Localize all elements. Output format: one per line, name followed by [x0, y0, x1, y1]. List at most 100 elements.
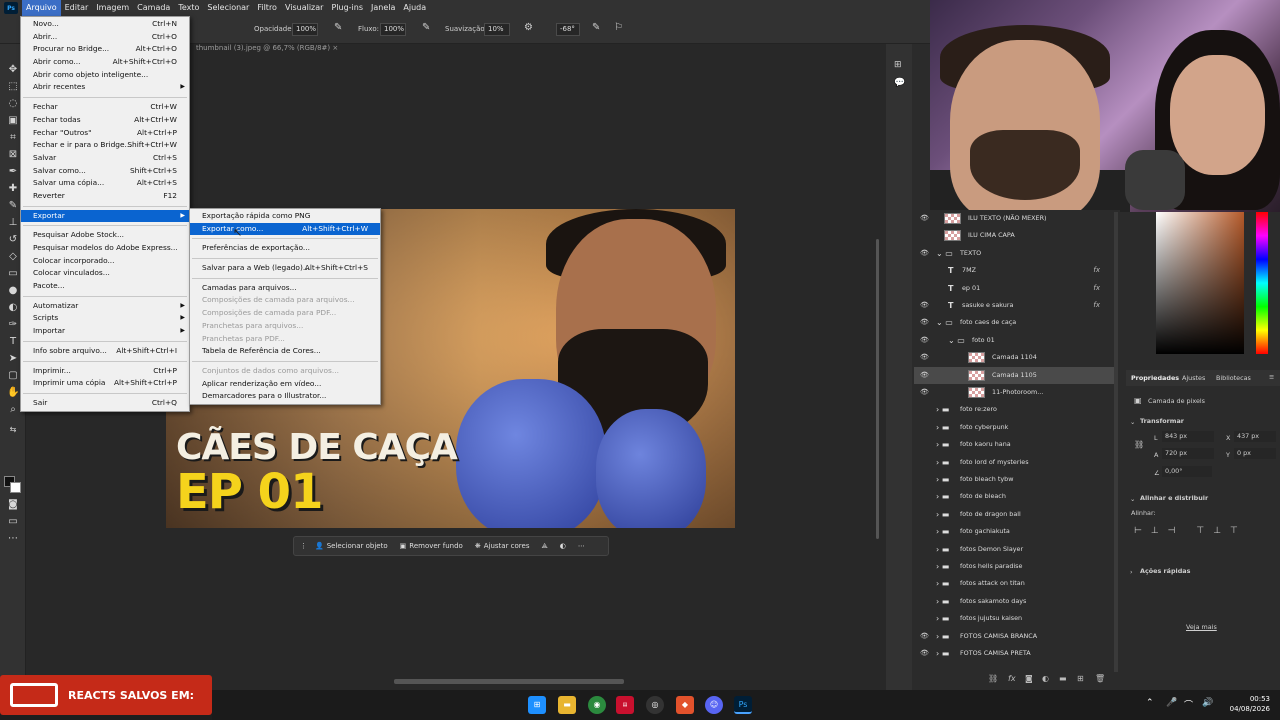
folder-icon[interactable]: › ▬: [936, 488, 949, 505]
chrome-icon[interactable]: ◉: [588, 696, 606, 714]
pressure-opacity-icon[interactable]: ✎: [334, 22, 342, 33]
visibility-eye-icon[interactable]: 👁: [920, 645, 929, 662]
menu-ajuda[interactable]: Ajuda: [399, 0, 430, 16]
chevron-down-icon-2[interactable]: ⌄: [1130, 495, 1135, 503]
file-menu-item[interactable]: Fechar "Outros" Alt+Ctrl+P: [21, 127, 189, 140]
layer-row[interactable]: › ▬ foto de bleach: [914, 488, 1114, 505]
tab-propriedades[interactable]: Propriedades: [1131, 374, 1179, 382]
file-menu-item[interactable]: Abrir... Ctrl+O: [21, 31, 189, 44]
blur-tool-icon[interactable]: ●: [7, 285, 19, 297]
microphone-icon[interactable]: 🎤: [1166, 698, 1177, 708]
visibility-eye-icon[interactable]: 👁: [920, 245, 929, 262]
menu-janela[interactable]: Janela: [367, 0, 399, 16]
layer-row[interactable]: 👁 ⌄ ▭ foto 01: [914, 332, 1114, 349]
airbrush-icon[interactable]: ✎: [422, 22, 430, 33]
close-tab-icon[interactable]: ×: [332, 44, 338, 52]
object-select-tool-icon[interactable]: ▣: [7, 115, 19, 127]
eyedropper-tool-icon[interactable]: ✒: [7, 166, 19, 178]
file-menu-item[interactable]: Abrir como objeto inteligente...: [21, 69, 189, 82]
visibility-eye-icon[interactable]: 👁: [920, 314, 929, 331]
layer-row[interactable]: ILU CIMA CAPA: [914, 227, 1114, 244]
history-panel-icon[interactable]: ⊞: [894, 60, 902, 70]
file-menu-item[interactable]: Pacote...: [21, 280, 189, 293]
file-menu-item[interactable]: Salvar como... Shift+Ctrl+S: [21, 165, 189, 178]
file-menu-item[interactable]: Reverter F12: [21, 190, 189, 203]
background-color-swatch[interactable]: [10, 482, 21, 493]
tab-ajustes[interactable]: Ajustes: [1182, 374, 1205, 382]
menu-texto[interactable]: Texto: [174, 0, 203, 16]
hand-tool-icon[interactable]: ✋: [7, 387, 19, 399]
export-menu-item[interactable]: Camadas para arquivos...: [190, 282, 380, 295]
dodge-tool-icon[interactable]: ◐: [7, 302, 19, 314]
flow-input[interactable]: 100%: [380, 23, 406, 36]
angle-input[interactable]: -68°: [556, 23, 580, 36]
export-menu-item[interactable]: Tabela de Referência de Cores...: [190, 345, 380, 358]
layer-row[interactable]: › ▬ foto gachiakuta: [914, 523, 1114, 540]
layer-row[interactable]: › ▬ fotos sakamoto days: [914, 593, 1114, 610]
pressure-size-icon[interactable]: ✎: [592, 22, 600, 33]
file-menu-item[interactable]: Fechar Ctrl+W: [21, 101, 189, 114]
volume-icon[interactable]: 🔊: [1202, 698, 1213, 708]
visibility-eye-icon[interactable]: 👁: [920, 297, 929, 314]
smoothing-input[interactable]: 10%: [484, 23, 510, 36]
layer-effects-icon[interactable]: fx: [1093, 297, 1100, 314]
export-menu-item[interactable]: Aplicar renderização em vídeo...: [190, 378, 380, 391]
angle-input[interactable]: 0,00°: [1162, 466, 1212, 477]
file-menu-item[interactable]: Imprimir... Ctrl+P: [21, 365, 189, 378]
windows-start-icon[interactable]: ⊞: [528, 696, 546, 714]
folder-icon[interactable]: › ▬: [936, 575, 949, 592]
horizontal-scrollbar-thumb[interactable]: [394, 679, 624, 684]
menu-camada[interactable]: Camada: [133, 0, 174, 16]
frame-tool-icon[interactable]: ⊠: [7, 149, 19, 161]
folder-icon[interactable]: › ▬: [936, 471, 949, 488]
file-menu-item[interactable]: Pesquisar Adobe Stock...: [21, 229, 189, 242]
layer-row[interactable]: › ▬ foto re:zero: [914, 401, 1114, 418]
folder-icon[interactable]: › ▬: [936, 523, 949, 540]
layer-row[interactable]: › ▬ foto lord of mysteries: [914, 454, 1114, 471]
folder-icon[interactable]: › ▬: [936, 506, 949, 523]
folder-icon[interactable]: › ▬: [936, 436, 949, 453]
healing-tool-icon[interactable]: ✚: [7, 183, 19, 195]
menu-editar[interactable]: Editar: [61, 0, 93, 16]
gear-icon[interactable]: ⚙: [524, 22, 533, 33]
news-app-icon[interactable]: ▤: [616, 696, 634, 714]
file-explorer-icon[interactable]: ▬: [558, 696, 576, 714]
layer-row[interactable]: 👁 ⌄ ▭ foto caes de caça: [914, 314, 1114, 331]
zoom-tool-icon[interactable]: ⌕: [7, 404, 19, 416]
discord-icon[interactable]: ☺: [705, 696, 723, 714]
layer-row[interactable]: 👁 ⌄ ▭ TEXTO: [914, 245, 1114, 262]
export-menu-item[interactable]: Demarcadores para o Illustrator...: [190, 390, 380, 403]
height-input[interactable]: 720 px: [1162, 448, 1214, 459]
folder-icon[interactable]: › ▬: [936, 628, 949, 645]
transform-icon[interactable]: ⟁: [537, 542, 551, 551]
symmetry-icon[interactable]: ⚐: [614, 22, 623, 33]
layer-row[interactable]: › ▬ fotos hells paradise: [914, 558, 1114, 575]
clock[interactable]: 00:53 04/08/2026: [1230, 694, 1270, 714]
file-menu-item[interactable]: Novo... Ctrl+N: [21, 18, 189, 31]
folder-open-icon[interactable]: ⌄ ▭: [936, 314, 953, 331]
visibility-eye-icon[interactable]: 👁: [920, 384, 929, 401]
obs-icon[interactable]: ◎: [646, 696, 664, 714]
more-options-icon[interactable]: ⋯: [574, 542, 589, 550]
photoshop-taskbar-icon[interactable]: Ps: [734, 696, 752, 714]
menu-imagem[interactable]: Imagem: [92, 0, 133, 16]
file-menu-item[interactable]: Info sobre arquivo... Alt+Shift+Ctrl+I: [21, 345, 189, 358]
gradient-tool-icon[interactable]: ▭: [7, 268, 19, 280]
eraser-tool-icon[interactable]: ◇: [7, 251, 19, 263]
layer-row[interactable]: 👁 Tsasuke e sakura fx: [914, 297, 1114, 314]
crop-tool-icon[interactable]: ⌗: [7, 132, 19, 144]
chevron-up-icon[interactable]: ⌃: [1146, 698, 1154, 708]
visibility-eye-icon[interactable]: 👁: [920, 628, 929, 645]
layer-effects-icon[interactable]: fx: [1093, 262, 1100, 279]
remove-background-button[interactable]: ▣ Remover fundo: [396, 542, 467, 550]
drag-handle-icon[interactable]: ⋮: [300, 542, 307, 550]
layer-row[interactable]: T 7MZ fx: [914, 262, 1114, 279]
layer-row[interactable]: › ▬ foto de dragon ball: [914, 506, 1114, 523]
file-menu-item[interactable]: Abrir como... Alt+Shift+Ctrl+O: [21, 56, 189, 69]
layer-row[interactable]: › ▬ fotos Demon Slayer: [914, 541, 1114, 558]
file-menu-item[interactable]: Fechar e ir para o Bridge... Shift+Ctrl+W: [21, 139, 189, 152]
file-menu-item[interactable]: Salvar Ctrl+S: [21, 152, 189, 165]
folder-icon[interactable]: › ▬: [936, 541, 949, 558]
visibility-eye-icon[interactable]: 👁: [920, 210, 929, 227]
chevron-down-icon[interactable]: ⌄: [1130, 418, 1135, 426]
